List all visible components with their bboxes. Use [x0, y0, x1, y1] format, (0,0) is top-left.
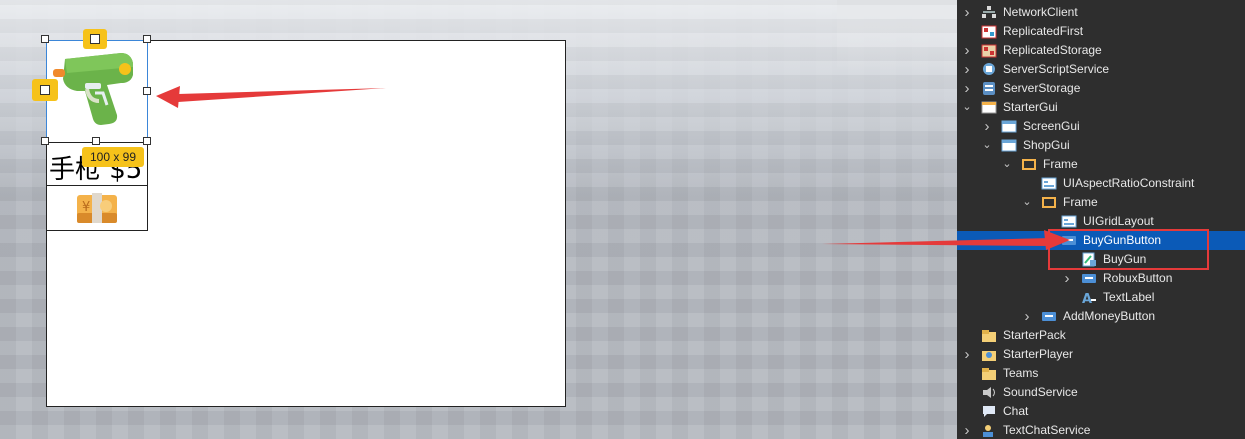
arrow-to-gun-button [156, 86, 386, 108]
arrow-to-buygun-row [822, 230, 1070, 250]
annotation-arrows [156, 86, 1070, 250]
highlight-box [1048, 229, 1209, 270]
